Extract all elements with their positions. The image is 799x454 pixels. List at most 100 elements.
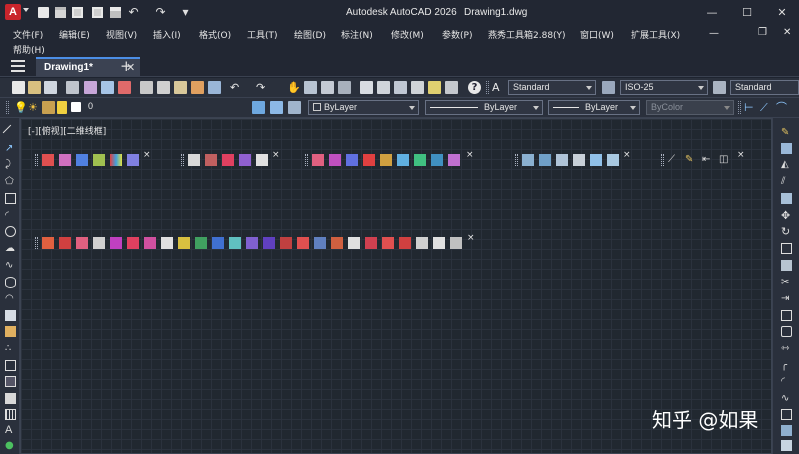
match-properties-icon[interactable]	[191, 81, 204, 94]
tool-icon[interactable]	[607, 154, 619, 166]
tool-icon[interactable]	[416, 237, 428, 249]
menu-view[interactable]: 视图(V)	[106, 28, 137, 41]
chamfer-icon[interactable]: ⇿	[781, 343, 792, 354]
tool-icon[interactable]	[331, 237, 343, 249]
ellipse-arc-icon[interactable]: ◠	[5, 293, 16, 304]
polygon-icon[interactable]: ⬠	[5, 176, 16, 187]
toolbar-grip[interactable]	[515, 154, 518, 166]
rectangle-icon[interactable]	[5, 193, 16, 204]
tool-icon[interactable]	[556, 154, 568, 166]
tool-icon[interactable]	[297, 237, 309, 249]
properties-icon[interactable]	[360, 81, 373, 94]
array-icon[interactable]	[781, 193, 792, 204]
save-icon[interactable]	[44, 81, 57, 94]
tool-icon[interactable]	[93, 237, 105, 249]
move-icon[interactable]: ✥	[781, 210, 792, 221]
pan-icon[interactable]: ✋	[287, 81, 301, 94]
design-center-icon[interactable]	[377, 81, 390, 94]
close-icon[interactable]: ×	[623, 150, 631, 160]
menu-icon[interactable]	[11, 60, 25, 72]
menu-window[interactable]: 窗口(W)	[580, 28, 614, 41]
copy-object-icon[interactable]	[781, 143, 792, 154]
close-icon[interactable]: ×	[143, 150, 151, 160]
make-block-icon[interactable]	[5, 326, 16, 337]
text-style-icon[interactable]: A	[492, 81, 505, 94]
tool-icon[interactable]	[573, 154, 585, 166]
tool-icon[interactable]	[188, 154, 200, 166]
tool-icon[interactable]	[329, 154, 341, 166]
new-icon[interactable]	[38, 7, 49, 18]
menu-parametric[interactable]: 参数(P)	[442, 28, 472, 41]
table-icon[interactable]	[5, 409, 16, 420]
extend-icon[interactable]: ⇥	[781, 293, 792, 304]
linear-dimension-icon[interactable]: ⊢	[744, 101, 757, 114]
circle-icon[interactable]	[5, 226, 16, 237]
tool-palettes-icon[interactable]	[394, 81, 407, 94]
cut-icon[interactable]	[140, 81, 153, 94]
sun-icon[interactable]: ☀	[28, 101, 41, 114]
dimension-style-select[interactable]: ISO-25	[620, 80, 708, 95]
plot-icon[interactable]	[66, 81, 79, 94]
polyline-icon[interactable]: ⤸	[5, 159, 16, 170]
doc-restore-button[interactable]: ❐	[758, 27, 767, 38]
make-current-layer-icon[interactable]	[270, 101, 283, 114]
point-icon[interactable]: ∴	[5, 343, 16, 354]
doc-minimize-button[interactable]: —	[709, 28, 719, 39]
new-tab-icon[interactable]: +	[120, 57, 133, 75]
menu-express-tools[interactable]: 扩展工具(X)	[631, 28, 680, 41]
insert-block-icon[interactable]	[5, 310, 16, 321]
tool-icon[interactable]	[76, 154, 88, 166]
table-style-icon[interactable]	[713, 81, 726, 94]
multiline-text-icon[interactable]: A	[5, 425, 16, 436]
layer-properties-icon[interactable]	[252, 101, 265, 114]
tool-icon[interactable]	[414, 154, 426, 166]
plot-icon[interactable]	[110, 7, 121, 18]
menu-yanxiu-toolbox[interactable]: 燕秀工具箱2.88(Y)	[488, 28, 566, 41]
add-selected-icon[interactable]: ●	[5, 440, 16, 451]
redo-icon[interactable]: ↷	[256, 81, 269, 94]
toolbar-grip[interactable]	[486, 81, 489, 94]
viewport-controls[interactable]: [-][俯视][二维线框]	[28, 124, 106, 137]
tool-icon[interactable]	[346, 154, 358, 166]
tool-icon[interactable]	[42, 154, 54, 166]
zoom-previous-icon[interactable]	[338, 81, 351, 94]
region-icon[interactable]	[5, 393, 16, 404]
fillet-icon[interactable]: ╭	[781, 360, 792, 371]
tool-icon[interactable]	[365, 237, 377, 249]
tool-icon[interactable]	[222, 154, 234, 166]
hatch-icon[interactable]	[5, 360, 16, 371]
menu-file[interactable]: 文件(F)	[13, 28, 43, 41]
tool-icon[interactable]: ⟋	[668, 154, 680, 166]
tool-icon[interactable]	[348, 237, 360, 249]
close-button[interactable]: ✕	[771, 4, 793, 22]
toolbar-grip[interactable]	[661, 154, 664, 166]
color-select[interactable]: ByLayer	[308, 100, 419, 115]
help-icon[interactable]: ?	[468, 81, 481, 94]
undo-icon[interactable]: ↶	[230, 81, 243, 94]
text-style-select[interactable]: Standard	[508, 80, 596, 95]
sheet-set-icon[interactable]	[411, 81, 424, 94]
tool-icon[interactable]	[144, 237, 156, 249]
3d-print-icon[interactable]	[118, 81, 131, 94]
lightbulb-icon[interactable]: 💡	[14, 101, 28, 114]
spline-icon[interactable]: ∿	[5, 260, 16, 271]
tool-icon[interactable]	[93, 154, 105, 166]
tool-icon[interactable]	[539, 154, 551, 166]
undo-icon[interactable]: ↶	[128, 6, 139, 18]
layer-frozen-viewport-icon[interactable]	[57, 101, 67, 114]
app-menu-caret-icon[interactable]	[23, 8, 29, 12]
blend-curves-icon[interactable]: ◜	[781, 376, 792, 387]
arc-icon[interactable]: ◜	[5, 210, 16, 221]
redo-icon[interactable]: ↷	[155, 6, 166, 18]
tool-icon[interactable]	[59, 237, 71, 249]
tool-icon[interactable]	[42, 237, 54, 249]
tool-icon[interactable]	[450, 237, 462, 249]
ellipse-icon[interactable]	[5, 277, 16, 288]
toolbar-grip[interactable]	[35, 237, 38, 249]
toolbar-grip[interactable]	[35, 154, 38, 166]
tool-icon[interactable]	[212, 237, 224, 249]
tool-icon[interactable]	[239, 154, 251, 166]
tool-icon[interactable]	[76, 237, 88, 249]
tool-icon[interactable]: ◫	[719, 154, 731, 166]
construction-line-icon[interactable]: ↗	[5, 143, 16, 154]
